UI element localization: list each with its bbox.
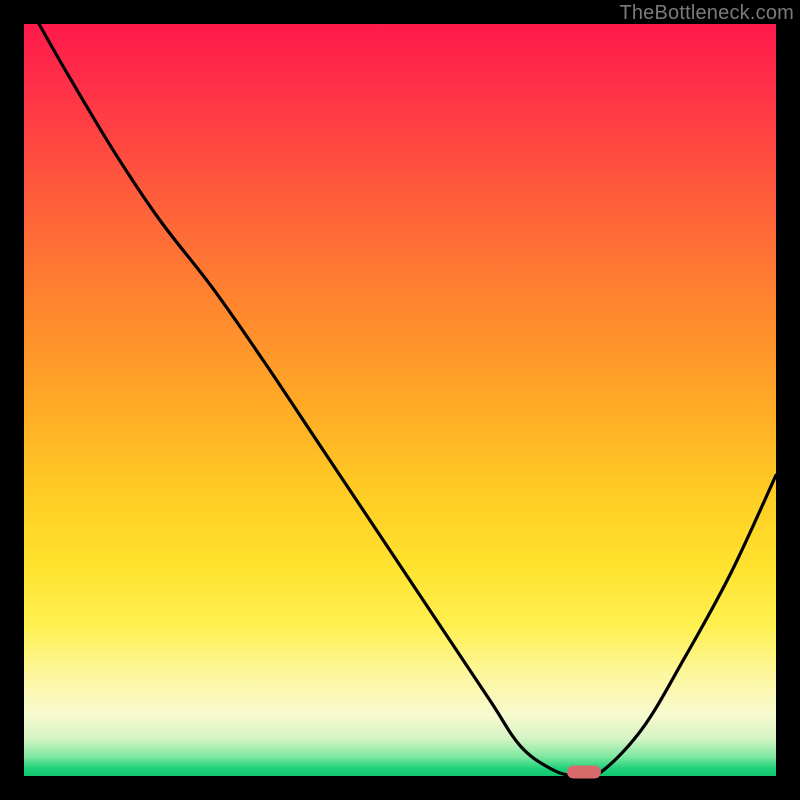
plot-area — [24, 24, 776, 776]
watermark-text: TheBottleneck.com — [619, 2, 794, 25]
chart-frame: TheBottleneck.com — [0, 0, 800, 800]
optimum-marker — [567, 766, 601, 779]
bottleneck-curve — [24, 24, 776, 776]
